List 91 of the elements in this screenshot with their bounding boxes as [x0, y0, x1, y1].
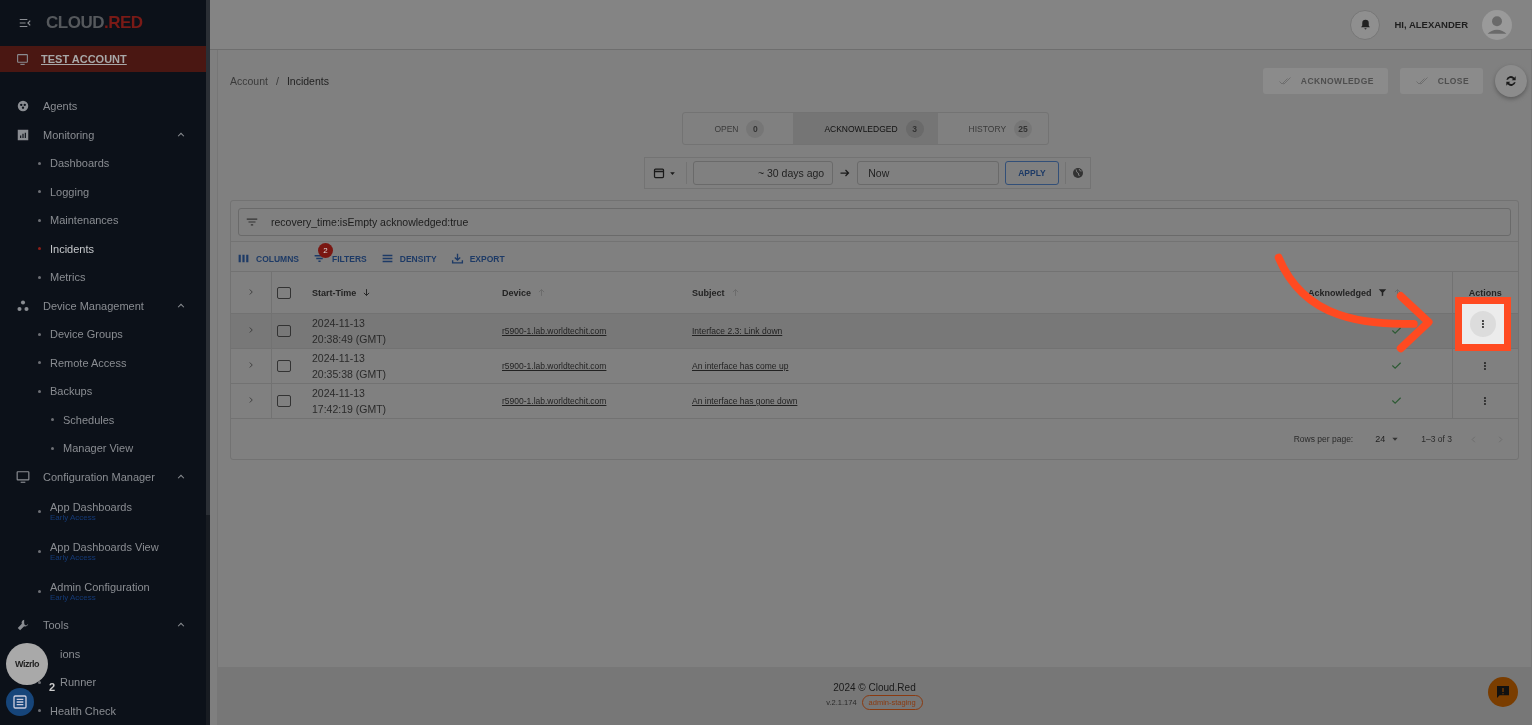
download-icon [450, 252, 464, 265]
columns-icon [237, 252, 250, 265]
bar-chart-icon [16, 127, 30, 142]
filter-field[interactable]: recovery_time:isEmpty acknowledged:true [238, 208, 1511, 236]
nav-link[interactable]: Device Groups [50, 328, 123, 341]
double-check-icon [1413, 75, 1430, 87]
subject-link[interactable]: An interface has come up [692, 361, 789, 371]
start-time: 2024-11-13 20:35:38 (GMT) [312, 351, 388, 382]
sort-down-arrow-icon[interactable] [362, 288, 372, 297]
copyright: 2024 © Cloud.Red [833, 682, 916, 693]
row-checkbox[interactable] [276, 360, 291, 372]
caret-icon [669, 169, 677, 177]
nav-link[interactable]: Manager View [63, 442, 134, 455]
nav-link[interactable]: Dashboards [50, 157, 110, 170]
early-access-tag: Early Access [50, 512, 132, 522]
column-header[interactable]: Subject [692, 287, 725, 298]
rows-per-page-label: Rows per page: [1293, 434, 1354, 444]
apply-button[interactable]: APPLY [1005, 161, 1059, 185]
device-link[interactable]: r5900-1.lab.worldtechit.com [502, 361, 607, 371]
column-header[interactable]: Start-Time [312, 287, 357, 298]
monitor-icon [16, 469, 30, 484]
filter-query: recovery_time:isEmpty acknowledged:true [271, 216, 469, 228]
nav-link[interactable]: Logging [50, 185, 90, 198]
row-checkbox[interactable] [276, 325, 291, 337]
start-time: 2024-11-13 17:42:19 (GMT) [312, 386, 388, 417]
density-icon [380, 252, 394, 265]
subject-link[interactable]: Interface 2.3: Link down [692, 326, 783, 336]
early-access-tag: Early Access [50, 592, 150, 602]
nav-link[interactable]: ions [60, 647, 81, 660]
nav-link[interactable]: App Dashboards View [50, 540, 159, 553]
nav-link[interactable]: Backups [50, 385, 93, 398]
device-link[interactable]: r5900-1.lab.worldtechit.com [502, 396, 607, 406]
count-badge: 2 [318, 243, 333, 258]
nav-link[interactable]: Runner [60, 676, 97, 689]
nav-link[interactable]: Remote Access [50, 356, 127, 369]
agents-icon [16, 99, 30, 114]
count-badge: 0 [746, 119, 765, 138]
rows-per-page-select[interactable]: 24 [1369, 433, 1406, 445]
nav-link[interactable]: Metrics [50, 271, 86, 284]
start-time: 2024-11-13 20:38:49 (GMT) [312, 316, 388, 347]
toolbar-button[interactable]: DENSITY [380, 252, 437, 265]
count-label: 2 [49, 681, 56, 693]
nav-item[interactable]: Configuration Manager [43, 470, 163, 483]
column-header[interactable]: Actions [1468, 287, 1502, 298]
subject-link[interactable]: An interface has gone down [692, 396, 798, 406]
nav-item[interactable]: Agents [43, 100, 206, 113]
column-header[interactable]: Acknowledged [1308, 287, 1372, 298]
device-link[interactable]: r5900-1.lab.worldtechit.com [502, 326, 607, 336]
status-tab[interactable]: OPEN 0 [683, 113, 794, 144]
date-from-field[interactable]: ~ 30 days ago [693, 161, 834, 185]
arrow-right-icon [839, 167, 852, 179]
avatar-icon[interactable] [1482, 9, 1512, 40]
date-preset-button[interactable] [651, 162, 688, 184]
nav-item[interactable]: Device Management [43, 299, 163, 312]
row-checkbox[interactable] [276, 395, 291, 407]
date-to-field[interactable]: Now [857, 161, 1000, 185]
chat-alert-icon [1495, 684, 1511, 700]
scrollbar[interactable] [206, 0, 210, 515]
breadcrumb-separator: / [275, 75, 279, 87]
nav-link[interactable]: Maintenances [50, 214, 119, 227]
greeting: HI, ALEXANDER [1394, 19, 1468, 30]
toolbar-button[interactable]: EXPORT [450, 252, 505, 265]
refresh-button[interactable] [1495, 65, 1527, 97]
nav-link[interactable]: App Dashboards [50, 500, 132, 513]
nav-item[interactable]: Monitoring [43, 128, 163, 141]
monitor-icon [16, 52, 29, 66]
toolbar-button[interactable]: COLUMNS [237, 252, 299, 265]
select-all-checkbox[interactable] [276, 286, 291, 299]
three-dots-icon [16, 298, 30, 313]
nav-item[interactable]: Tools [43, 619, 163, 632]
breadcrumb-link[interactable]: Account [230, 75, 268, 87]
notifications-button[interactable] [1350, 9, 1381, 40]
caret-icon [1391, 435, 1400, 443]
nav-link[interactable]: Schedules [63, 413, 115, 426]
globe-icon[interactable] [1071, 167, 1084, 179]
refresh-icon [1503, 73, 1519, 89]
filter-lines-icon [313, 252, 326, 265]
nav-link[interactable]: Health Check [50, 704, 117, 717]
breadcrumb-current: Incidents [286, 75, 329, 87]
filter-lines-icon [245, 215, 259, 229]
status-tab[interactable]: HISTORY 25 [937, 113, 1048, 144]
column-header[interactable]: Device [502, 287, 532, 298]
early-access-tag: Early Access [50, 552, 159, 562]
logo: CLOUD.RED [46, 13, 143, 34]
nav-link[interactable]: Admin Configuration [50, 580, 150, 593]
list-icon [12, 694, 28, 710]
count-badge: 25 [1014, 119, 1033, 138]
page-range: 1–3 of 3 [1421, 434, 1452, 444]
double-check-icon [1276, 75, 1293, 87]
calendar-icon [653, 167, 666, 179]
nav-link[interactable]: Incidents [50, 242, 95, 255]
